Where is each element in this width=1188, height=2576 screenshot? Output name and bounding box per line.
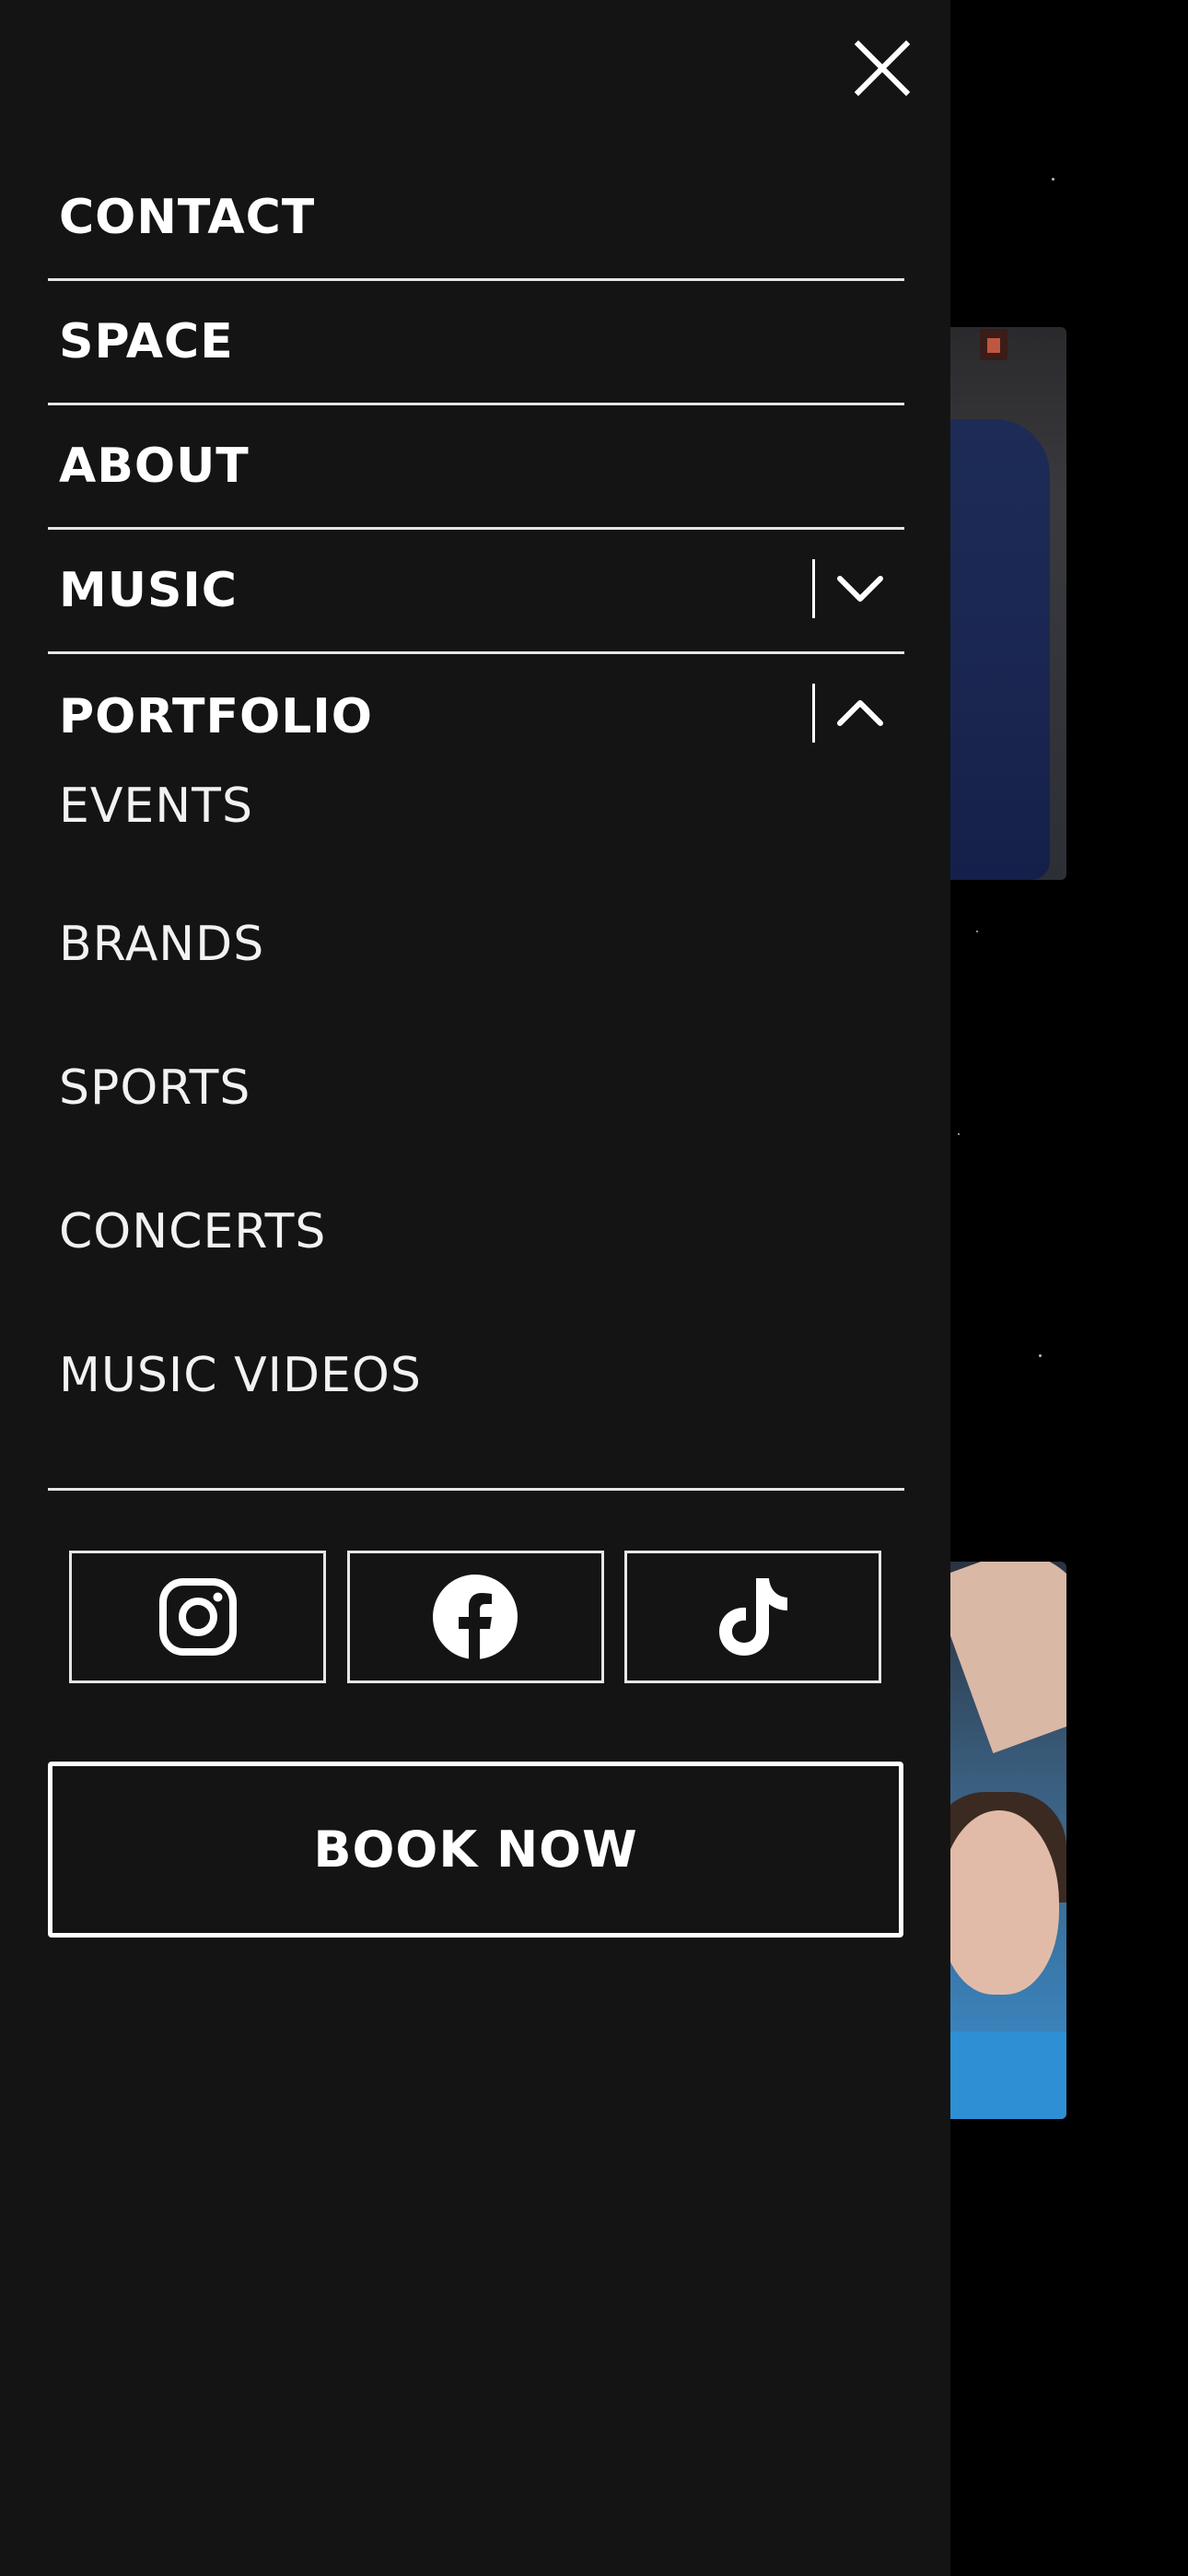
music-expand-toggle[interactable]	[812, 559, 904, 618]
nav-menu: CONTACT SPACE ABOUT MUSIC PORTFOLIO EVEN…	[48, 157, 904, 1491]
social-links	[69, 1551, 881, 1683]
portfolio-collapse-toggle[interactable]	[812, 684, 904, 743]
nav-item-about[interactable]: ABOUT	[48, 405, 904, 530]
chevron-down-icon	[836, 576, 883, 602]
close-icon	[855, 41, 910, 96]
instagram-icon	[158, 1578, 237, 1656]
nav-item-portfolio[interactable]: PORTFOLIO	[48, 654, 904, 779]
navigation-drawer: CONTACT SPACE ABOUT MUSIC PORTFOLIO EVEN…	[0, 0, 950, 2576]
nav-item-label: PORTFOLIO	[59, 688, 373, 744]
background-photo-performer[interactable]	[930, 327, 1066, 880]
submenu-item-music-videos[interactable]: MUSIC VIDEOS	[59, 1304, 904, 1447]
background-star	[1052, 178, 1054, 181]
close-button[interactable]	[849, 35, 915, 101]
facebook-button[interactable]	[346, 1551, 604, 1683]
portfolio-submenu: EVENTS BRANDS SPORTS CONCERTS MUSIC VIDE…	[48, 779, 904, 1491]
nav-item-space[interactable]: SPACE	[48, 281, 904, 405]
submenu-item-concerts[interactable]: CONCERTS	[59, 1160, 904, 1304]
background-photo-crowd[interactable]	[930, 1562, 1066, 2119]
tiktok-icon	[718, 1578, 787, 1656]
book-now-button[interactable]: BOOK NOW	[48, 1762, 903, 1938]
background-star	[976, 931, 978, 932]
nav-item-music[interactable]: MUSIC	[48, 530, 904, 654]
nav-item-label: SPACE	[59, 314, 234, 369]
facebook-icon	[433, 1575, 518, 1660]
instagram-button[interactable]	[69, 1551, 326, 1683]
nav-item-label: ABOUT	[59, 439, 250, 494]
tiktok-button[interactable]	[624, 1551, 881, 1683]
submenu-item-sports[interactable]: SPORTS	[59, 1016, 904, 1160]
background-star	[958, 1133, 960, 1135]
page: CONTACT SPACE ABOUT MUSIC PORTFOLIO EVEN…	[0, 0, 1188, 2576]
background-star	[1039, 1354, 1042, 1357]
chevron-up-icon	[836, 700, 883, 726]
nav-item-label: CONTACT	[59, 190, 316, 245]
nav-item-label: MUSIC	[59, 563, 238, 618]
nav-item-contact[interactable]: CONTACT	[48, 157, 904, 281]
submenu-item-events[interactable]: EVENTS	[59, 779, 904, 872]
submenu-item-brands[interactable]: BRANDS	[59, 872, 904, 1016]
